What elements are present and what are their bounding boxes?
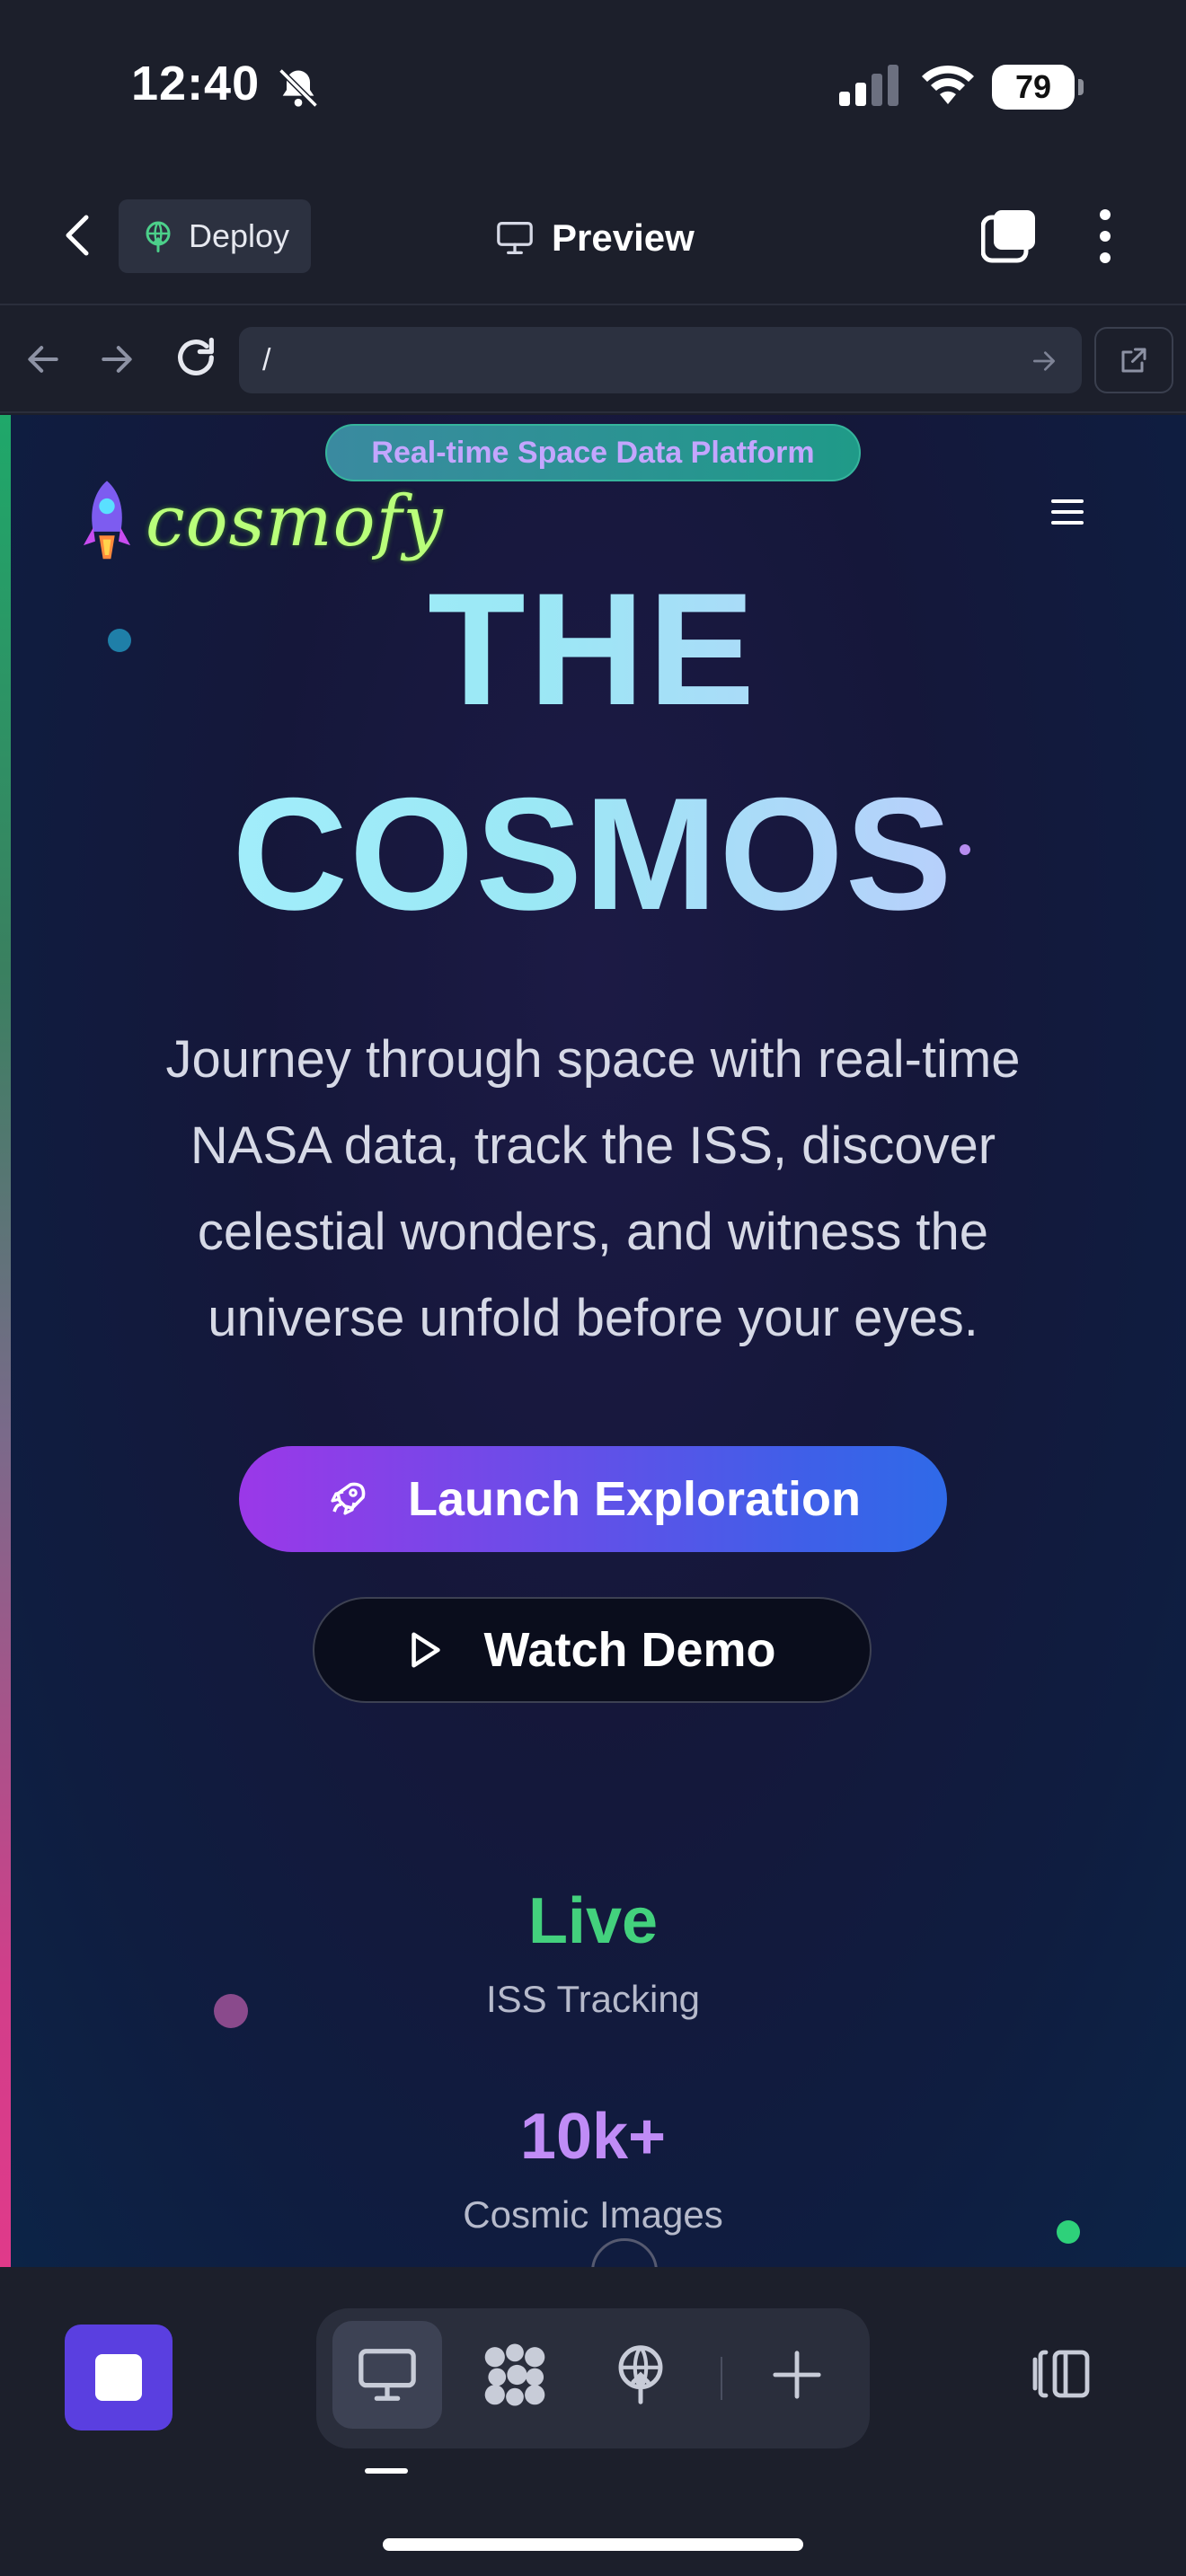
more-vertical-icon[interactable] xyxy=(1087,207,1123,266)
hero-title-line1: THE xyxy=(0,569,1186,729)
dock-preview-tab[interactable] xyxy=(332,2321,442,2429)
deploy-icon xyxy=(146,221,171,252)
stop-icon xyxy=(95,2354,142,2401)
monitor-icon xyxy=(358,2349,416,2401)
logo-wordmark: cosmofy xyxy=(146,481,444,562)
rocket-logo-icon xyxy=(83,481,131,560)
stat-label-images: Cosmic Images xyxy=(463,2193,723,2236)
deploy-label: Deploy xyxy=(189,217,290,254)
battery-icon: 79 xyxy=(992,65,1084,110)
reload-icon[interactable] xyxy=(173,334,219,381)
arrow-right-icon[interactable] xyxy=(97,340,137,379)
scroll-indicator-icon[interactable] xyxy=(591,2238,658,2267)
open-external-icon xyxy=(1121,348,1146,373)
site-logo[interactable]: cosmofy xyxy=(77,472,444,571)
tabs-icon[interactable] xyxy=(981,208,1039,264)
url-bar xyxy=(0,307,1186,413)
deploy-button[interactable]: Deploy xyxy=(119,199,311,273)
layout-icon[interactable] xyxy=(1030,2344,1094,2404)
deploy-icon xyxy=(618,2345,663,2404)
monitor-icon xyxy=(497,221,533,254)
active-tab-indicator xyxy=(365,2468,408,2474)
bell-slash-icon xyxy=(279,68,318,108)
hero-subtitle: Journey through space with real-time NAS… xyxy=(90,1017,1096,1362)
stat-label-iss: ISS Tracking xyxy=(485,1978,701,2020)
bottom-dock xyxy=(316,2308,870,2448)
web-preview: Real-time Space Data Platform cosmofy TH… xyxy=(0,415,1186,2267)
signal-icon xyxy=(839,65,898,106)
go-icon[interactable] xyxy=(1030,347,1058,375)
status-bar: 12:40 79 xyxy=(0,0,1186,171)
demo-label: Watch Demo xyxy=(483,1623,776,1677)
launch-label: Launch Exploration xyxy=(407,1472,862,1526)
preview-title[interactable]: Preview xyxy=(494,207,695,269)
back-icon[interactable] xyxy=(54,208,101,262)
subtitle-line: NASA data, track the ISS, discover xyxy=(190,1116,996,1175)
preview-label: Preview xyxy=(552,216,695,259)
home-indicator xyxy=(383,2538,803,2551)
hamburger-menu-icon[interactable] xyxy=(1048,496,1087,528)
subtitle-line: celestial wonders, and witness the xyxy=(197,1203,989,1261)
launch-exploration-button[interactable]: Launch Exploration xyxy=(239,1446,947,1552)
stat-value-live: Live xyxy=(527,1885,659,1957)
dock-add-tab[interactable] xyxy=(742,2321,852,2429)
stat-value-images: 10k+ xyxy=(519,2101,667,2173)
dock-separator xyxy=(721,2357,722,2400)
watch-demo-button[interactable]: Watch Demo xyxy=(313,1597,872,1703)
arrow-left-icon[interactable] xyxy=(23,340,63,379)
plus-icon xyxy=(773,2351,821,2399)
open-external-button[interactable] xyxy=(1094,327,1173,393)
apps-icon xyxy=(484,2343,545,2406)
app-toolbar: Deploy Preview xyxy=(0,171,1186,305)
dock-deploy-tab[interactable] xyxy=(586,2321,695,2429)
rocket-icon xyxy=(331,1482,366,1515)
bottom-bar xyxy=(0,2267,1186,2576)
stop-button[interactable] xyxy=(65,2325,173,2430)
subtitle-line: universe unfold before your eyes. xyxy=(208,1289,978,1347)
dock-apps-tab[interactable] xyxy=(460,2321,570,2429)
url-input[interactable] xyxy=(239,327,1082,393)
wifi-icon xyxy=(922,65,974,104)
hero-title-line2: COSMOS xyxy=(0,774,1186,934)
play-icon xyxy=(412,1632,441,1668)
status-time: 12:40 xyxy=(131,57,261,110)
subtitle-line: Journey through space with real-time xyxy=(165,1030,1021,1089)
